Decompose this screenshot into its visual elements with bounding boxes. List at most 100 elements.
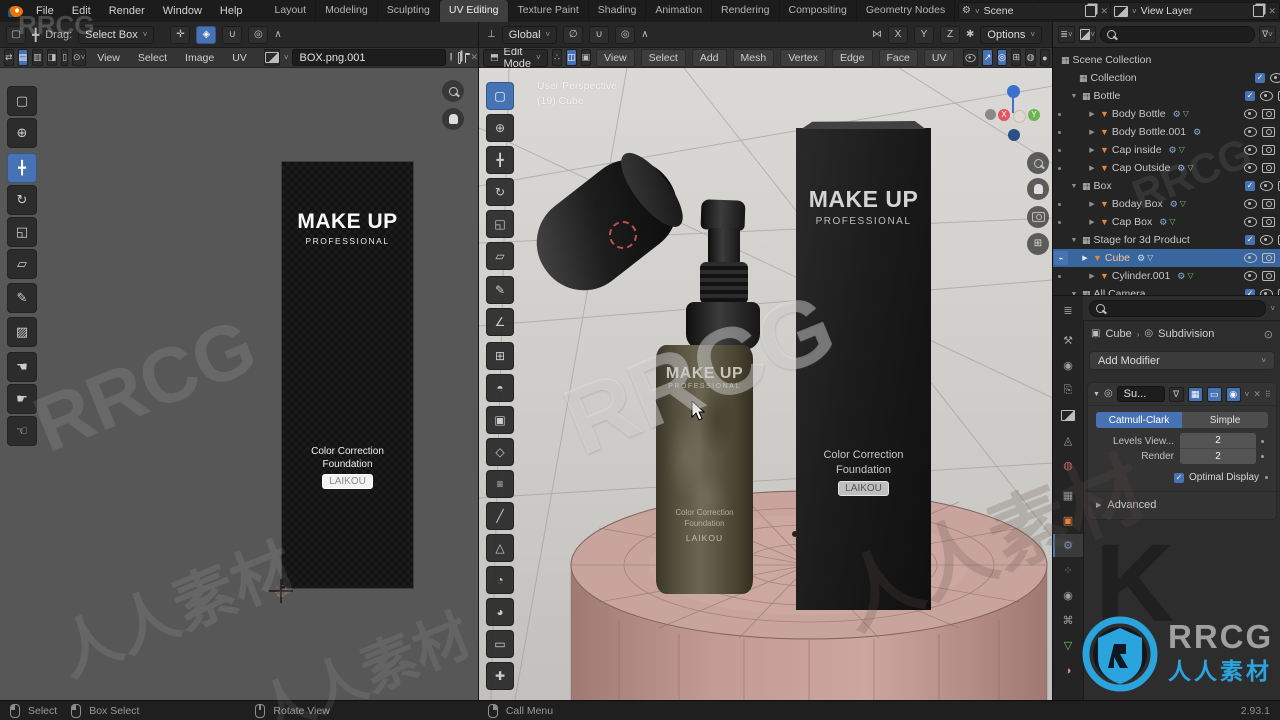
vp-menu-select[interactable]: Select <box>640 48 686 67</box>
uv-2d-cursor[interactable] <box>269 579 293 603</box>
render-visibility-icon[interactable] <box>1262 199 1275 209</box>
uv-display-toggle-2[interactable]: ▥ <box>32 49 43 66</box>
unlink-scene-icon[interactable]: ✕ <box>1100 6 1108 17</box>
edit-mode-toggle[interactable]: ▦ <box>1187 386 1203 402</box>
render-visibility-icon[interactable] <box>1262 253 1275 263</box>
gizmos-dropdown[interactable]: ↗ <box>982 49 993 66</box>
expand-icon[interactable]: ▶ <box>1087 128 1097 136</box>
uv-menu-select[interactable]: Select <box>131 50 174 66</box>
expand-icon[interactable]: ▶ <box>1087 218 1097 226</box>
tab-shading[interactable]: Shading <box>589 0 647 22</box>
tab-texture-paint[interactable]: Texture Paint <box>509 0 589 22</box>
optimal-display-checkbox[interactable]: ✓ <box>1174 472 1184 483</box>
proportional-edit-button[interactable]: ◎ <box>248 25 269 44</box>
snap-magnet-button[interactable]: ∪ <box>589 25 610 44</box>
menu-render[interactable]: Render <box>100 3 154 19</box>
vp-tool-shear[interactable]: ✚ <box>486 662 514 690</box>
uv-menu-uv[interactable]: UV <box>225 50 254 66</box>
outliner-row-all-camera[interactable]: ▼ ▦ All Camera ✓ <box>1053 285 1280 295</box>
tab-modifiers[interactable]: ⚙ <box>1053 534 1083 557</box>
tab-view-layer[interactable] <box>1053 404 1083 427</box>
panel-expand-icon[interactable]: ▼ <box>1093 391 1100 398</box>
render-visibility-icon[interactable] <box>1262 127 1275 137</box>
hide-eye-icon[interactable] <box>1260 181 1273 191</box>
fake-user-icon[interactable] <box>450 52 452 63</box>
breadcrumb-object[interactable]: Cube <box>1105 328 1131 340</box>
select-mode-dropdown[interactable]: Select Box ˅ <box>78 25 155 44</box>
pivot-point-button[interactable]: ∅ <box>563 25 584 44</box>
vp-tool-bevel[interactable]: ◇ <box>486 438 514 466</box>
catmull-clark-button[interactable]: Catmull-Clark <box>1096 412 1182 428</box>
tab-layout[interactable]: Layout <box>266 0 317 22</box>
on-cage-toggle[interactable]: ∇ <box>1168 386 1184 402</box>
expand-icon[interactable]: ▶ <box>1087 146 1097 154</box>
gizmo-y-axis[interactable]: Y <box>1028 109 1040 121</box>
vp-menu-face[interactable]: Face <box>878 48 918 67</box>
hide-eye-icon[interactable] <box>1270 73 1280 83</box>
vp-tool-cursor[interactable]: ⊕ <box>486 114 514 142</box>
tab-compositing[interactable]: Compositing <box>780 0 857 22</box>
expand-icon[interactable]: ▼ <box>1069 183 1079 190</box>
falloff-curve-icon[interactable]: ∧ <box>274 29 281 40</box>
pump-nozzle[interactable] <box>700 199 746 231</box>
vp-tool-inset[interactable]: ▣ <box>486 406 514 434</box>
uv-tool-tweak-select[interactable]: ▢ <box>7 86 37 116</box>
render-visibility-icon[interactable] <box>1262 145 1275 155</box>
uv-tool-sample[interactable]: ▨ <box>7 317 37 347</box>
uv-tool-pinch[interactable]: ☜ <box>7 416 37 446</box>
snap-magnet-button[interactable]: ∪ <box>222 25 243 44</box>
vp-menu-mesh[interactable]: Mesh <box>732 48 775 67</box>
shading-wireframe-button[interactable]: ◍ <box>1025 49 1036 66</box>
vp-tool-add-cube[interactable]: ⊞ <box>486 342 514 370</box>
exclude-checkbox[interactable]: ✓ <box>1245 91 1255 101</box>
tab-object-data[interactable]: ▽ <box>1053 634 1083 657</box>
simple-button[interactable]: Simple <box>1182 412 1268 428</box>
uv-menu-view[interactable]: View <box>90 50 127 66</box>
render-visibility-icon[interactable] <box>1262 217 1275 227</box>
gizmo-neg-z-axis[interactable] <box>1008 129 1020 141</box>
view-layer-selector[interactable]: ˅ View Layer ✕ <box>1110 2 1280 20</box>
new-scene-icon[interactable] <box>1085 5 1097 17</box>
properties-search-input[interactable] <box>1089 299 1267 317</box>
editor-type-button[interactable]: ⇄ <box>4 49 14 66</box>
gizmo-neg-x-axis[interactable] <box>985 109 996 120</box>
proportional-edit-button[interactable]: ◎ <box>615 25 636 44</box>
face-select-button[interactable]: ▣ <box>580 49 592 66</box>
tab-tool[interactable]: ⚒ <box>1053 329 1083 352</box>
tab-rendering[interactable]: Rendering <box>712 0 780 22</box>
expand-icon[interactable]: ▶ <box>1087 164 1097 172</box>
vp-tool-knife[interactable]: ╱ <box>486 502 514 530</box>
tab-collection[interactable]: ▦ <box>1053 484 1083 507</box>
transform-orientation-dropdown[interactable]: Global ˅ <box>501 25 558 44</box>
exclude-checkbox[interactable]: ✓ <box>1245 181 1255 191</box>
realtime-toggle[interactable]: ▭ <box>1206 386 1222 402</box>
vp-tool-move[interactable]: ╋ <box>486 146 514 174</box>
open-image-icon[interactable] <box>464 53 469 63</box>
outliner-row-cube[interactable]: ⌁ ▶ ▼ Cube ⚙ ▽ <box>1053 249 1280 267</box>
expand-icon[interactable]: ▼ <box>1069 237 1079 244</box>
exclude-checkbox[interactable]: ✓ <box>1255 73 1265 83</box>
outliner-row-cap-box[interactable]: ▶ ▼ Cap Box ⚙ ▽ <box>1053 213 1280 231</box>
render-toggle[interactable]: ◉ <box>1225 386 1241 402</box>
vp-tool-annotate[interactable]: ✎ <box>486 276 514 304</box>
vertex-select-button[interactable]: ∴ <box>551 49 563 66</box>
uv-tool-scale[interactable]: ◱ <box>7 217 37 247</box>
tab-physics[interactable]: ◉ <box>1053 584 1083 607</box>
render-visibility-icon[interactable] <box>1262 109 1275 119</box>
vp-tool-smooth[interactable]: ◕ <box>486 598 514 626</box>
gizmo-z-axis[interactable] <box>1007 85 1020 98</box>
outliner-row-body-bottle[interactable]: ▶ ▼ Body Bottle ⚙ ▽ <box>1053 105 1280 123</box>
tab-world[interactable]: ◍ <box>1053 454 1083 477</box>
outliner-search-input[interactable] <box>1100 26 1255 43</box>
shading-solid-button[interactable]: ● <box>1039 49 1050 66</box>
advanced-label[interactable]: Advanced <box>1107 499 1156 511</box>
snap-target-icon[interactable]: ✱ <box>966 29 974 40</box>
vp-tool-scale[interactable]: ◱ <box>486 210 514 238</box>
pump-collar[interactable] <box>700 262 748 304</box>
uv-menu-image[interactable]: Image <box>178 50 221 66</box>
uv-tool-cursor[interactable]: ⊕ <box>7 118 37 148</box>
uv-tool-grab[interactable]: ☚ <box>7 352 37 382</box>
vp-menu-uv[interactable]: UV <box>923 48 955 67</box>
vp-tool-poly-build[interactable]: △ <box>486 534 514 562</box>
animate-dot[interactable] <box>1265 476 1268 479</box>
